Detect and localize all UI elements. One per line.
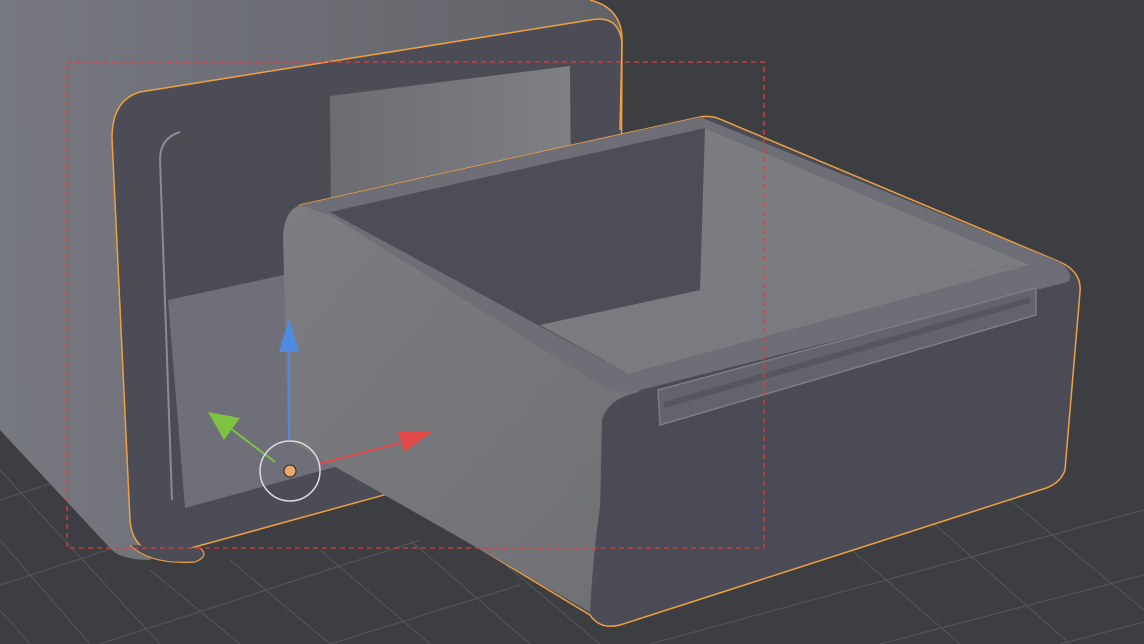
drawer[interactable] [283,115,1081,627]
drawer-inner-wall [700,128,1030,290]
pivot-point-icon[interactable] [283,464,297,478]
3d-viewport[interactable] [0,0,1144,644]
